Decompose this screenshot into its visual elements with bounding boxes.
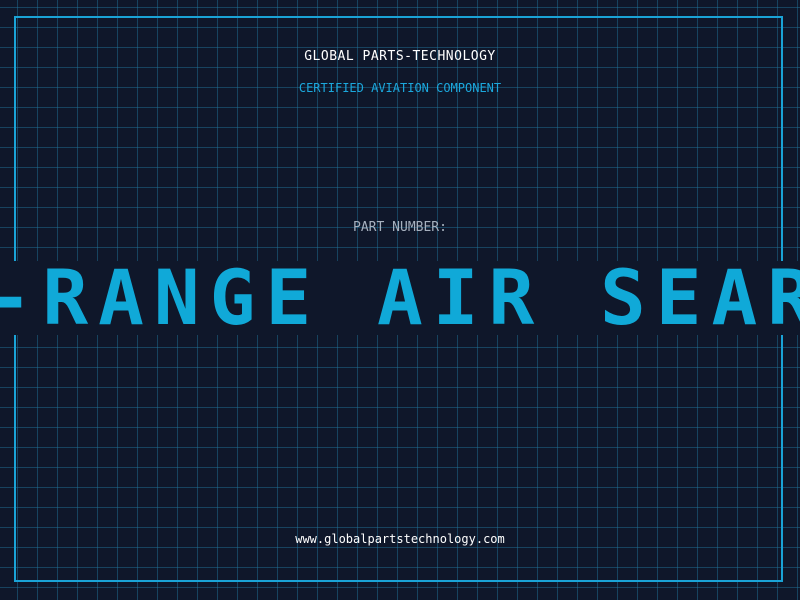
part-number-label: PART NUMBER: bbox=[353, 220, 447, 235]
part-name-banner: IUM-RANGE AIR SEAR bbox=[0, 261, 800, 335]
certification-subtitle: CERTIFIED AVIATION COMPONENT bbox=[298, 81, 502, 95]
part-name-text: IUM-RANGE AIR SEAR bbox=[0, 261, 800, 335]
brand-title: GLOBAL PARTS-TECHNOLOGY bbox=[304, 49, 496, 64]
website-url: www.globalpartstechnology.com bbox=[295, 532, 505, 546]
